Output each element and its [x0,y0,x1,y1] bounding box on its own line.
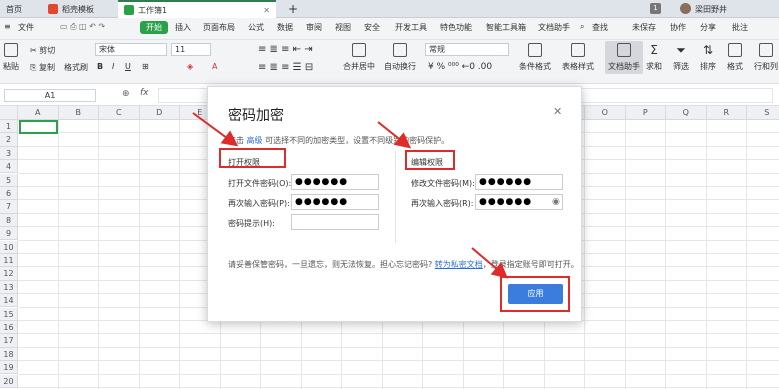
arrow-edit-permission [377,121,412,149]
arrow-open-permission [192,112,239,147]
annotation-arrows [192,112,509,279]
arrow-apply [471,247,509,279]
